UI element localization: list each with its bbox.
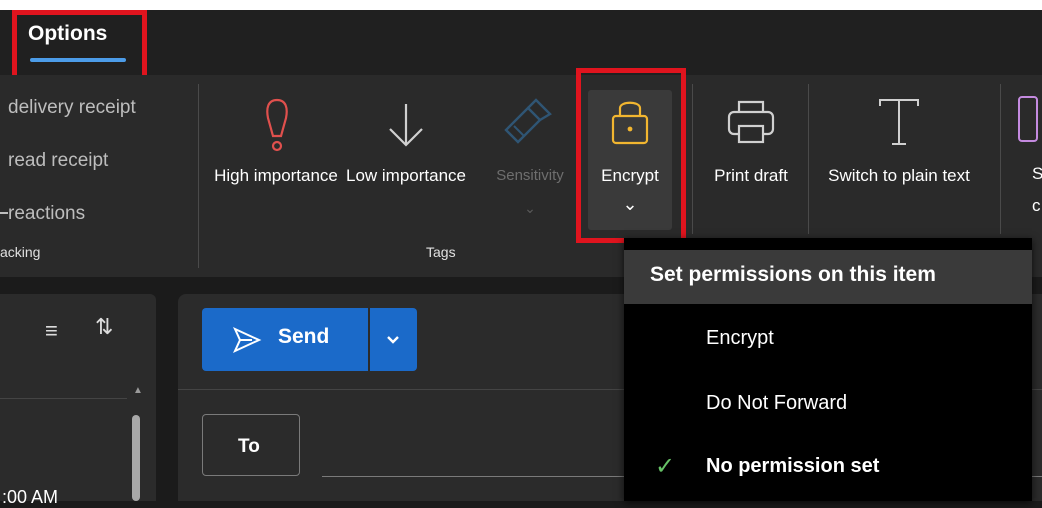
- encrypt-button[interactable]: Encrypt ⌄: [588, 92, 672, 232]
- exclamation-icon: [266, 98, 288, 152]
- switch-to-plain-text-label: Switch to plain text: [828, 166, 970, 185]
- to-label: To: [238, 436, 260, 457]
- active-tab-indicator: [30, 58, 126, 62]
- ribbon-separator: [1000, 84, 1001, 234]
- text-format-icon: [879, 99, 919, 145]
- scroll-up-arrow-icon[interactable]: ▲: [133, 385, 143, 396]
- filter-icon[interactable]: ≡: [45, 318, 58, 344]
- print-draft-button[interactable]: Print draft: [696, 92, 806, 232]
- partial-button-icon: [1018, 96, 1038, 142]
- partial-button-label: c: [1032, 196, 1041, 215]
- tab-options[interactable]: Options: [28, 22, 107, 46]
- message-time: :00 AM: [2, 487, 59, 507]
- high-importance-button[interactable]: High importance: [214, 92, 338, 232]
- switch-to-plain-text-button[interactable]: Switch to plain text: [816, 92, 982, 232]
- checkmark-icon: ✓: [655, 453, 676, 480]
- tab-bar: [0, 10, 1042, 75]
- sort-icon[interactable]: ⇅: [95, 314, 113, 340]
- encrypt-label: Encrypt: [601, 166, 659, 185]
- print-draft-label: Print draft: [714, 166, 788, 185]
- group-label-tracking: acking: [0, 244, 41, 260]
- lock-icon: [611, 101, 649, 145]
- top-strip: [0, 0, 1042, 10]
- send-icon: [232, 326, 262, 354]
- message-list-scrollbar[interactable]: [132, 415, 140, 501]
- sensitivity-chevron-icon: ⌄: [524, 200, 536, 216]
- printer-icon: [727, 100, 775, 144]
- low-importance-label: Low importance: [345, 166, 466, 185]
- low-importance-button[interactable]: Low importance: [340, 92, 472, 232]
- ribbon-separator: [692, 84, 693, 234]
- ribbon-separator: [198, 84, 199, 268]
- chevron-down-icon: [387, 336, 399, 344]
- sensitivity-icon: [504, 98, 552, 144]
- sensitivity-button: Sensitivity ⌄: [476, 92, 584, 232]
- arrow-down-icon: [389, 104, 423, 147]
- partial-button-label: S: [1032, 164, 1042, 183]
- request-delivery-receipt-option[interactable]: delivery receipt: [8, 97, 136, 119]
- ribbon-separator: [808, 84, 809, 234]
- high-importance-label: High importance: [214, 166, 338, 185]
- request-read-receipt-option[interactable]: read receipt: [8, 150, 108, 172]
- menu-item-encrypt[interactable]: Encrypt: [706, 327, 774, 350]
- message-list-separator: [0, 398, 127, 399]
- reactions-option[interactable]: reactions: [8, 203, 85, 225]
- send-label: Send: [278, 325, 330, 348]
- send-options-dropdown[interactable]: [370, 308, 417, 371]
- reactions-checkbox-edge: [0, 212, 8, 214]
- menu-item-do-not-forward[interactable]: Do Not Forward: [706, 392, 847, 415]
- sensitivity-label: Sensitivity: [496, 167, 564, 184]
- menu-header-text: Set permissions on this item: [650, 263, 936, 286]
- menu-item-no-permission-set[interactable]: No permission set: [706, 455, 879, 478]
- encrypt-chevron-icon[interactable]: ⌄: [588, 192, 672, 216]
- group-label-tags: Tags: [426, 244, 456, 260]
